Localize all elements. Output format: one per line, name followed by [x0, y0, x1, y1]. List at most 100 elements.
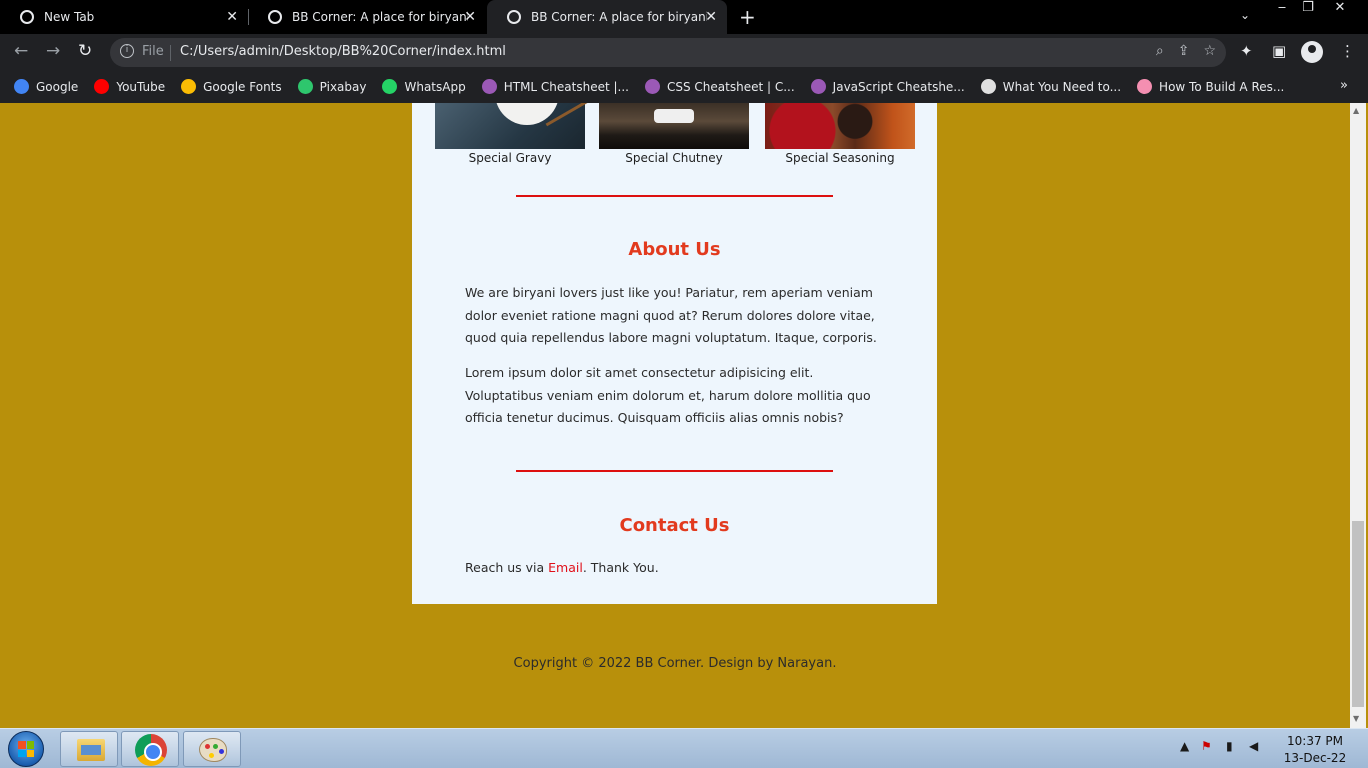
avatar-icon [481, 79, 497, 94]
section-divider [516, 470, 833, 472]
seasoning-image [765, 103, 915, 149]
globe-icon [507, 10, 521, 24]
site-icon [1137, 79, 1153, 94]
forward-button[interactable]: → [46, 41, 60, 61]
tray-expand-icon[interactable]: ▲ [1180, 739, 1189, 753]
chrome-icon [20, 10, 34, 24]
contact-title: Contact Us [619, 515, 730, 536]
bookmark-label: JavaScript Cheatshe... [832, 79, 965, 94]
about-paragraph: Lorem ipsum dolor sit amet consectetur a… [465, 365, 871, 425]
bookmark-label: Pixabay [319, 79, 367, 94]
info-icon[interactable]: i [120, 44, 134, 58]
scroll-up-icon[interactable]: ▲ [1353, 106, 1359, 115]
site-icon [980, 79, 996, 94]
back-button[interactable]: ← [14, 41, 28, 61]
clock-date: 13-Dec-22 [1283, 751, 1347, 765]
page-viewport: Special Gravy Special Chutney Special Se… [0, 103, 1350, 728]
chrome-icon [135, 734, 167, 766]
scroll-down-icon[interactable]: ▼ [1353, 714, 1359, 723]
menu-icon[interactable]: ⋮ [1340, 42, 1355, 60]
bookmark-item[interactable]: How To Build A Res... [1137, 79, 1284, 94]
system-clock[interactable]: 10:37 PM 13-Dec-22 [1280, 733, 1350, 767]
about-title: About Us [628, 239, 721, 260]
pixabay-icon [297, 79, 313, 94]
contact-line: Reach us via Email. Thank You. [465, 560, 659, 575]
bookmark-item[interactable]: What You Need to... [980, 79, 1122, 94]
bookmark-item[interactable]: YouTube [94, 79, 165, 94]
bookmark-label: How To Build A Res... [1159, 79, 1285, 94]
network-icon[interactable]: ▮ [1226, 739, 1233, 753]
close-icon[interactable]: ✕ [705, 9, 717, 25]
globe-icon [268, 10, 282, 24]
url-text[interactable]: C:/Users/admin/Desktop/BB%20Corner/index… [180, 44, 506, 59]
bookmark-item[interactable]: WhatsApp [382, 79, 466, 94]
extensions-icon[interactable]: ✦ [1240, 42, 1253, 60]
youtube-icon [94, 79, 110, 94]
bookmark-label: Google Fonts [203, 79, 282, 94]
content-card: Special Gravy Special Chutney Special Se… [412, 103, 937, 604]
volume-muted-icon[interactable]: ◀ [1249, 739, 1258, 753]
windows-taskbar: ▲ ⚑ ▮ ◀ 10:37 PM 13-Dec-22 [0, 728, 1368, 768]
windows-explorer-icon [77, 739, 105, 761]
bookmarks-bar: Google YouTube Google Fonts Pixabay WhatsApp… [0, 70, 1368, 103]
gallery-caption: Special Chutney [625, 151, 723, 165]
share-icon[interactable]: ⇪ [1178, 43, 1190, 59]
action-center-flag-icon[interactable]: ⚑ [1201, 739, 1212, 753]
bookmark-label: Google [36, 79, 79, 94]
contact-suffix: . Thank You. [582, 560, 659, 575]
taskbar-explorer[interactable] [60, 731, 118, 767]
taskbar-paint[interactable] [183, 731, 241, 767]
google-icon [14, 79, 29, 94]
side-panel-icon[interactable]: ▣ [1272, 42, 1286, 60]
page-scrollbar[interactable]: ▲ ▼ [1350, 103, 1366, 728]
address-bar[interactable]: i File C:/Users/admin/Desktop/BB%20Corne… [110, 38, 1226, 67]
more-bookmarks-icon[interactable]: » [1340, 78, 1348, 93]
gravy-image [435, 103, 585, 149]
avatar-icon [644, 79, 660, 94]
taskbar-chrome[interactable] [121, 731, 179, 767]
new-tab-button[interactable]: + [739, 5, 756, 29]
email-link[interactable]: Email [548, 560, 583, 575]
close-icon[interactable]: ✕ [464, 9, 476, 25]
bookmark-item[interactable]: Google [14, 79, 78, 94]
minimize-button[interactable]: ‒ [1268, 0, 1296, 15]
divider [170, 45, 171, 61]
bookmark-item[interactable]: HTML Cheatsheet |... [481, 79, 629, 94]
gallery-caption: Special Gravy [468, 151, 552, 165]
bookmark-label: WhatsApp [404, 79, 466, 94]
tab-bb-corner-1[interactable]: BB Corner: A place for biryani lov ✕ [248, 0, 486, 34]
bookmark-item[interactable]: JavaScript Cheatshe... [810, 79, 965, 94]
section-divider [516, 195, 833, 197]
address-actions: ⌕ ⇪ ☆ [1156, 43, 1216, 59]
restore-button[interactable]: ❐ [1294, 0, 1322, 15]
gallery-caption: Special Seasoning [785, 151, 895, 165]
reload-button[interactable]: ↻ [78, 41, 92, 61]
profile-avatar[interactable] [1301, 41, 1323, 63]
scroll-thumb[interactable] [1352, 521, 1364, 707]
close-icon[interactable]: ✕ [226, 9, 238, 25]
bookmark-item[interactable]: CSS Cheatsheet | C... [644, 79, 795, 94]
windows-logo-icon [18, 741, 34, 757]
bookmark-item[interactable]: Google Fonts [181, 79, 282, 94]
whatsapp-icon [382, 79, 398, 94]
tab-new-tab[interactable]: New Tab ✕ [0, 0, 248, 34]
bookmark-label: YouTube [116, 79, 166, 94]
tab-title: BB Corner: A place for biryani lov [531, 10, 707, 24]
chevron-down-icon[interactable]: ⌄ [1240, 8, 1250, 22]
bookmark-label: What You Need to... [1002, 79, 1122, 94]
bookmark-label: CSS Cheatsheet | C... [666, 79, 795, 94]
bookmark-item[interactable]: Pixabay [297, 79, 367, 94]
start-button[interactable] [8, 731, 44, 767]
zoom-icon[interactable]: ⌕ [1156, 43, 1164, 59]
about-paragraph: We are biryani lovers just like you! Par… [465, 285, 877, 345]
chutney-image [599, 103, 749, 149]
paint-icon [199, 738, 227, 762]
close-window-button[interactable]: ✕ [1326, 0, 1354, 15]
footer-text: Copyright © 2022 BB Corner. Design by Na… [513, 656, 837, 671]
clock-time: 10:37 PM [1287, 734, 1343, 748]
tab-strip: New Tab ✕ BB Corner: A place for biryani… [0, 0, 1368, 34]
star-icon[interactable]: ☆ [1203, 43, 1216, 59]
tab-bb-corner-active[interactable]: BB Corner: A place for biryani lov ✕ [487, 0, 727, 34]
tab-title: BB Corner: A place for biryani lov [292, 10, 468, 24]
bookmark-label: HTML Cheatsheet |... [503, 79, 629, 94]
